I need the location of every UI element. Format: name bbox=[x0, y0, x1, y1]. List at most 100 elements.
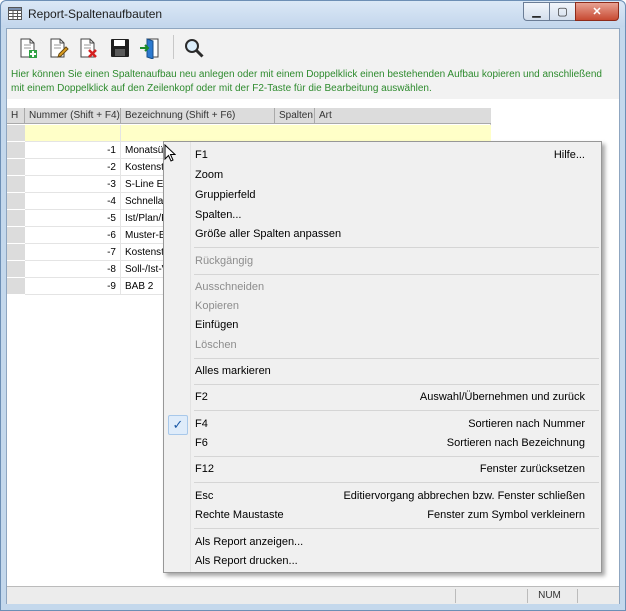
row-header[interactable] bbox=[7, 159, 25, 176]
row-header[interactable] bbox=[7, 142, 25, 159]
menu-item-label: Als Report anzeigen... bbox=[195, 536, 304, 548]
maximize-button[interactable]: ▢ bbox=[549, 2, 575, 21]
menu-item-label: Spalten... bbox=[195, 209, 242, 221]
row-header[interactable] bbox=[7, 261, 25, 278]
search-button[interactable] bbox=[181, 35, 207, 61]
menu-item-gruppierfeld[interactable]: Gruppierfeld bbox=[166, 186, 599, 206]
menu-item-f4[interactable]: ✓ F4 Sortieren nach Nummer bbox=[166, 415, 599, 435]
menu-item-als-report-anzeigen[interactable]: Als Report anzeigen... bbox=[166, 533, 599, 553]
hint-text: Hier können Sie einen Spaltenaufbau neu … bbox=[7, 65, 619, 99]
minimize-icon: ▁ bbox=[532, 6, 541, 18]
menu-item-esc[interactable]: Esc Editiervorgang abbrechen bzw. Fenster… bbox=[166, 487, 599, 507]
number-cell[interactable]: -7 bbox=[25, 244, 121, 261]
menu-item-zoom[interactable]: Zoom bbox=[166, 166, 599, 186]
status-empty-cell-2 bbox=[577, 589, 617, 603]
row-header[interactable] bbox=[7, 125, 25, 142]
number-cell[interactable]: -8 bbox=[25, 261, 121, 278]
menu-separator bbox=[194, 247, 599, 248]
number-cell[interactable]: -1 bbox=[25, 142, 121, 159]
row-header[interactable] bbox=[7, 278, 25, 295]
menu-item-label: Alles markieren bbox=[195, 365, 271, 377]
menu-item-label: F1 bbox=[195, 149, 208, 161]
num-lock-indicator: NUM bbox=[527, 589, 571, 603]
column-header-name[interactable]: Bezeichnung (Shift + F6) bbox=[121, 108, 275, 124]
row-header[interactable] bbox=[7, 210, 25, 227]
mouse-pointer-icon bbox=[164, 144, 176, 162]
menu-item-shortcut-text: Hilfe... bbox=[553, 149, 585, 161]
search-icon bbox=[185, 39, 204, 58]
menu-item-spalten[interactable]: Spalten... bbox=[166, 206, 599, 226]
menu-item-label: Esc bbox=[195, 490, 214, 502]
number-cell[interactable]: -6 bbox=[25, 227, 121, 244]
menu-item-als-report-drucken[interactable]: Als Report drucken... bbox=[166, 552, 599, 572]
new-document-icon bbox=[20, 38, 37, 58]
menu-item-shortcut-text: Sortieren nach Nummer bbox=[468, 418, 585, 430]
menu-item-f1[interactable]: F1 Hilfe... bbox=[166, 146, 599, 166]
menu-item-label: Ausschneiden bbox=[195, 281, 265, 293]
name-cell[interactable] bbox=[121, 125, 275, 142]
maximize-icon: ▢ bbox=[557, 6, 568, 18]
exit-button[interactable] bbox=[137, 35, 163, 61]
menu-item-f2[interactable]: F2 Auswahl/Übernehmen und zurück bbox=[166, 388, 599, 408]
menu-item-f12[interactable]: F12 Fenster zurücksetzen bbox=[166, 460, 599, 480]
save-button[interactable] bbox=[107, 35, 133, 61]
menu-separator bbox=[194, 274, 599, 275]
minimize-button[interactable]: ▁ bbox=[523, 2, 549, 21]
column-header-type[interactable]: Art bbox=[315, 108, 491, 124]
row-header[interactable] bbox=[7, 193, 25, 210]
menu-item-shortcut-text: Editiervorgang abbrechen bzw. Fenster sc… bbox=[343, 490, 585, 502]
exit-door-icon bbox=[140, 38, 159, 59]
menu-item-label: Rückgängig bbox=[195, 255, 254, 267]
close-button[interactable]: ✕ bbox=[575, 2, 619, 21]
number-cell[interactable]: -5 bbox=[25, 210, 121, 227]
number-cell[interactable] bbox=[25, 125, 121, 142]
menu-item-shortcut-text: Fenster zum Symbol verkleinern bbox=[427, 509, 585, 521]
menu-item-label: F4 bbox=[195, 418, 208, 430]
menu-item-f6[interactable]: F6 Sortieren nach Bezeichnung bbox=[166, 434, 599, 454]
menu-item-shortcut-text: Sortieren nach Bezeichnung bbox=[446, 437, 585, 449]
toolbar-separator bbox=[173, 35, 174, 59]
toolbar bbox=[7, 29, 619, 65]
menu-separator bbox=[194, 384, 599, 385]
number-cell[interactable]: -4 bbox=[25, 193, 121, 210]
menu-item-label: Einfügen bbox=[195, 319, 239, 331]
menu-item-label: F6 bbox=[195, 437, 208, 449]
row-header[interactable] bbox=[7, 176, 25, 193]
menu-separator bbox=[194, 358, 599, 359]
context-menu: F1 Hilfe... Zoom Gruppierfeld Spalten... Größ… bbox=[163, 141, 602, 573]
menu-item-label: Löschen bbox=[195, 339, 237, 351]
menu-item-alles-markieren[interactable]: Alles markieren bbox=[166, 362, 599, 382]
column-header-number[interactable]: Nummer (Shift + F4) bbox=[25, 108, 121, 124]
menu-item-label: F2 bbox=[195, 391, 208, 403]
row-header[interactable] bbox=[7, 244, 25, 261]
number-cell[interactable]: -3 bbox=[25, 176, 121, 193]
edit-document-icon bbox=[50, 38, 69, 58]
delete-layout-button[interactable] bbox=[75, 35, 101, 61]
window-title: Report-Spaltenaufbauten bbox=[28, 7, 163, 21]
menu-item-größe-aller-spalten-anpassen[interactable]: Größe aller Spalten anpassen bbox=[166, 225, 599, 245]
save-icon bbox=[111, 39, 129, 57]
edit-layout-button[interactable] bbox=[45, 35, 71, 61]
number-cell[interactable]: -2 bbox=[25, 159, 121, 176]
row-header[interactable] bbox=[7, 227, 25, 244]
grid-header-marker[interactable]: H bbox=[7, 108, 25, 124]
menu-item-rückgängig: Rückgängig bbox=[166, 252, 599, 272]
title-bar[interactable]: Report-Spaltenaufbauten ▁ ▢ ✕ bbox=[1, 1, 625, 27]
extra-cell[interactable] bbox=[275, 125, 491, 142]
status-bar: NUM bbox=[7, 586, 619, 604]
number-cell[interactable]: -9 bbox=[25, 278, 121, 295]
menu-item-shortcut-text: Fenster zurücksetzen bbox=[479, 463, 585, 475]
menu-item-shortcut-text: Auswahl/Übernehmen und zurück bbox=[419, 391, 585, 403]
menu-separator bbox=[194, 528, 599, 529]
menu-separator bbox=[194, 456, 599, 457]
menu-item-label: Als Report drucken... bbox=[195, 555, 298, 567]
menu-item-label: Zoom bbox=[195, 169, 224, 181]
menu-item-rechte-maustaste[interactable]: Rechte Maustaste Fenster zum Symbol verkl… bbox=[166, 506, 599, 526]
new-row[interactable] bbox=[7, 125, 491, 142]
status-empty-cell bbox=[455, 589, 517, 603]
new-layout-button[interactable] bbox=[15, 35, 41, 61]
column-header-columns[interactable]: Spalten bbox=[275, 108, 315, 124]
menu-item-einfügen[interactable]: Einfügen bbox=[166, 316, 599, 336]
table-app-icon bbox=[8, 7, 22, 20]
menu-item-label: Rechte Maustaste bbox=[195, 509, 284, 521]
